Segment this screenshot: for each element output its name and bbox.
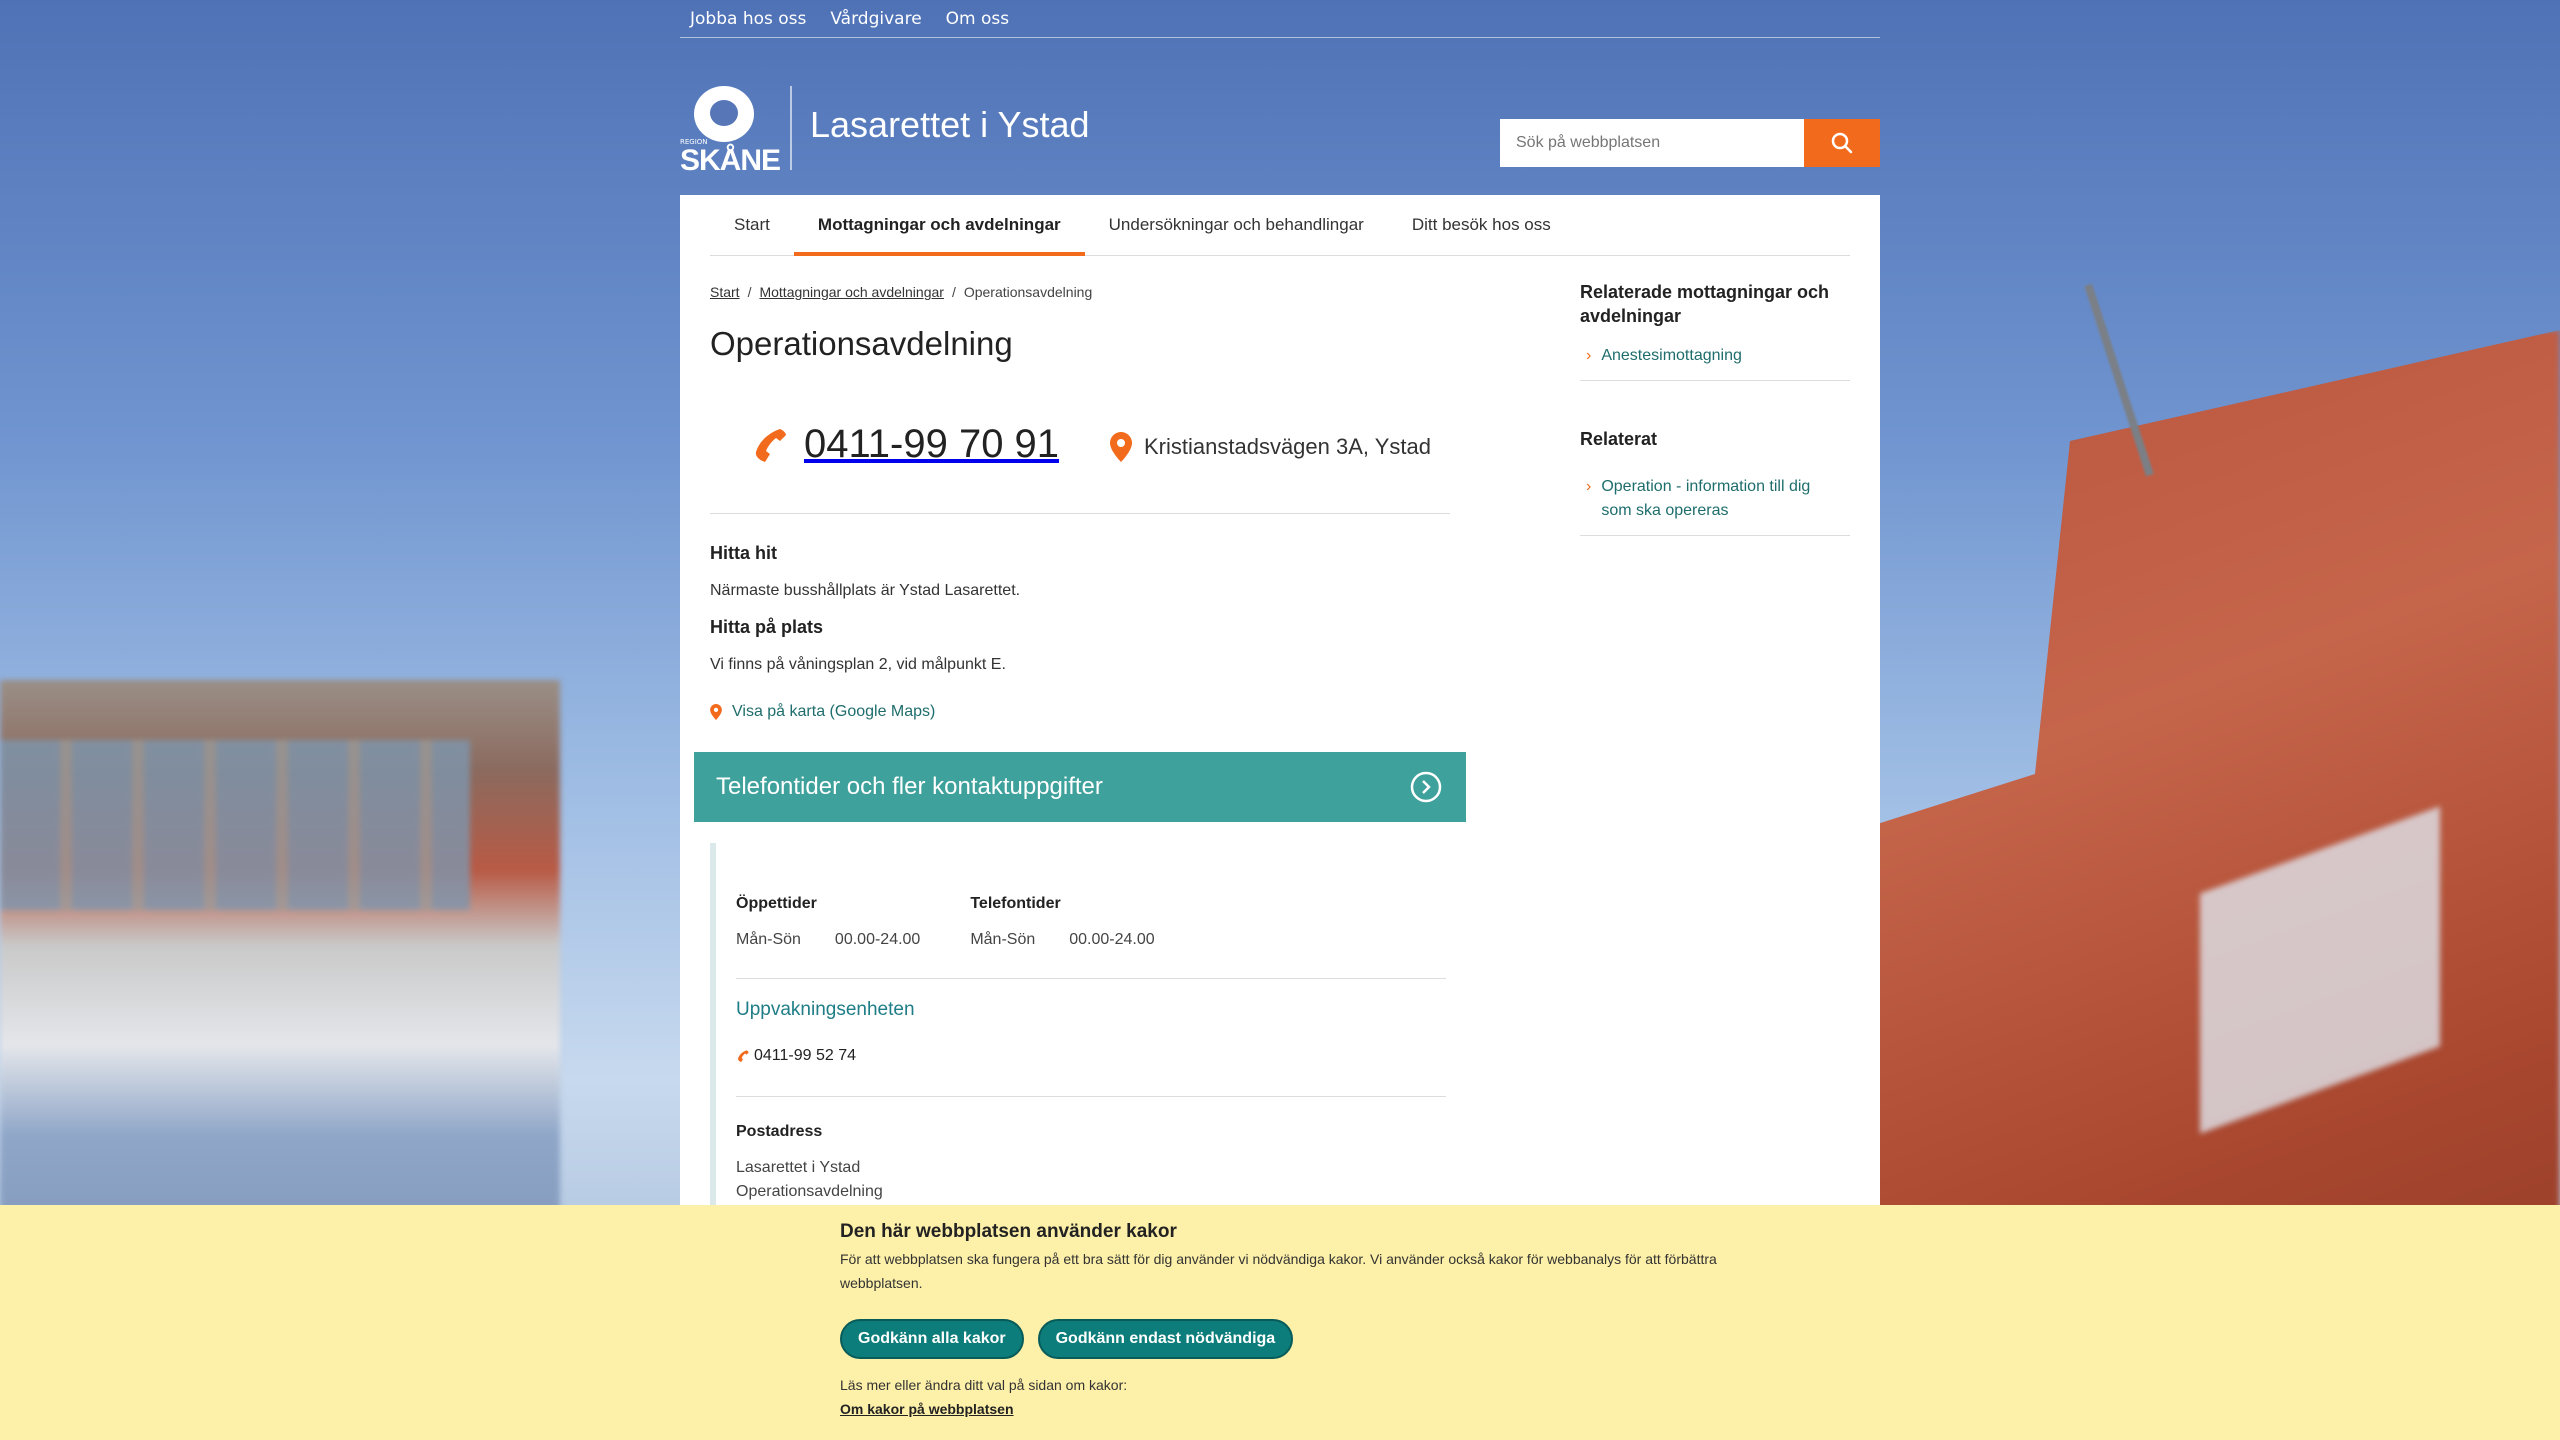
phone-days: Mån-Sön	[970, 931, 1036, 948]
site-header: REGION SKÅNE Lasarettet i Ystad	[680, 80, 1880, 180]
accept-all-button[interactable]: Godkänn alla kakor	[840, 1319, 1024, 1359]
chevron-right-icon: ›	[1586, 347, 1592, 364]
accept-necessary-button[interactable]: Godkänn endast nödvändiga	[1037, 1319, 1294, 1359]
map-link-text: Visa på karta (Google Maps)	[732, 703, 936, 720]
search-input[interactable]	[1500, 119, 1804, 167]
site-title[interactable]: Lasarettet i Ystad	[810, 104, 1090, 146]
main-nav: Start Mottagningar och avdelningar Under…	[710, 195, 1850, 256]
top-utility-nav: Jobba hos oss Vårdgivare Om oss	[680, 0, 1880, 38]
opening-days: Mån-Sön	[736, 931, 801, 948]
opening-hours: Öppettider Mån-Sön 00.00-24.00	[736, 895, 920, 949]
address-text: Kristianstadsvägen 3A, Ystad	[1144, 434, 1431, 459]
unit-link[interactable]: Uppvakningsenheten	[736, 999, 1450, 1021]
topnav-jobba[interactable]: Jobba hos oss	[690, 9, 806, 29]
unit-phone-number: 0411-99 52 74	[754, 1047, 857, 1064]
page-title: Operationsavdelning	[710, 325, 1013, 362]
related-units-heading: Relaterade mottagningar och avdelningar	[1580, 282, 1830, 326]
phone-hours-value: 00.00-24.00	[1069, 931, 1155, 948]
postal-line-1: Lasarettet i Ystad	[736, 1159, 861, 1176]
map-link[interactable]: Visa på karta (Google Maps)	[710, 703, 935, 721]
onsite-text: Vi finns på våningsplan 2, vid målpunkt …	[710, 656, 1006, 673]
contact-summary: 0411-99 70 91 Kristianstadsvägen 3A, Yst…	[710, 410, 1450, 514]
breadcrumb-separator: /	[951, 284, 956, 300]
related-link[interactable]: › Operation - information till dig som s…	[1580, 465, 1850, 536]
search-form	[1500, 119, 1880, 167]
contact-details-accordion[interactable]: Telefontider och fler kontaktuppgifter	[694, 752, 1466, 822]
cookie-buttons: Godkänn alla kakor Godkänn endast nödvän…	[840, 1319, 1720, 1359]
related-heading: Relaterat	[1580, 429, 1658, 449]
chevron-circle-icon	[1410, 771, 1442, 803]
cookie-content: Den här webbplatsen använder kakor För a…	[840, 1221, 1720, 1419]
related-unit-link[interactable]: › Anestesimottagning	[1580, 334, 1850, 381]
cookie-more-text: Läs mer eller ändra ditt val på sidan om…	[840, 1377, 1128, 1393]
main-phone-number: 0411-99 70 91	[804, 422, 1060, 466]
logo-wordmark: SKÅNE	[680, 144, 781, 177]
find-text: Närmaste busshållplats är Ystad Lasarett…	[710, 582, 1021, 599]
phone-hours-label: Telefontider	[970, 895, 1061, 912]
phone-icon	[738, 1050, 749, 1062]
tab-mottagningar[interactable]: Mottagningar och avdelningar	[793, 195, 1085, 256]
search-icon	[1831, 132, 1853, 154]
accordion-title: Telefontider och fler kontaktuppgifter	[716, 773, 1103, 800]
cookie-text: För att webbplatsen ska fungera på ett b…	[840, 1251, 1717, 1291]
address: Kristianstadsvägen 3A, Ystad	[1110, 432, 1431, 462]
opening-hours-label: Öppettider	[736, 895, 817, 912]
sidebar: Relaterade mottagningar och avdelningar …	[1580, 280, 1850, 536]
tab-undersokningar[interactable]: Undersökningar och behandlingar	[1085, 195, 1388, 256]
divider	[736, 978, 1446, 979]
postal-line-2: Operationsavdelning	[736, 1183, 883, 1200]
topnav-vardgivare[interactable]: Vårdgivare	[830, 9, 921, 29]
region-skane-logo[interactable]: REGION SKÅNE	[680, 86, 781, 177]
header-divider	[790, 86, 792, 170]
unit-phone-link[interactable]: 0411-99 52 74	[736, 1047, 1450, 1065]
onsite-heading: Hitta på plats	[710, 617, 824, 637]
breadcrumb-mottagningar[interactable]: Mottagningar och avdelningar	[759, 284, 943, 300]
topnav-om-oss[interactable]: Om oss	[946, 9, 1009, 29]
hours-section: Öppettider Mån-Sön 00.00-24.00 Telefonti…	[736, 895, 1450, 949]
breadcrumb: Start / Mottagningar och avdelningar / O…	[710, 284, 1092, 300]
breadcrumb-current: Operationsavdelning	[963, 284, 1093, 300]
related-unit-text: Anestesimottagning	[1601, 347, 1742, 364]
tab-start[interactable]: Start	[710, 195, 794, 256]
cookie-banner: Den här webbplatsen använder kakor För a…	[0, 1205, 2560, 1440]
divider	[736, 1096, 1446, 1097]
phone-icon	[755, 428, 786, 462]
breadcrumb-separator: /	[747, 284, 752, 300]
location-pin-icon	[1110, 432, 1132, 462]
cookie-title: Den här webbplatsen använder kakor	[840, 1221, 1177, 1242]
breadcrumb-start[interactable]: Start	[710, 284, 740, 300]
postal-label: Postadress	[736, 1123, 823, 1140]
opening-hours-value: 00.00-24.00	[834, 931, 921, 948]
accordion-content: Öppettider Mån-Sön 00.00-24.00 Telefonti…	[710, 843, 1450, 1263]
cookie-more-link[interactable]: Om kakor på webbplatsen	[840, 1401, 1014, 1417]
location-pin-icon	[710, 704, 722, 720]
chevron-right-icon: ›	[1586, 478, 1592, 495]
main-phone-link[interactable]: 0411-99 70 91	[750, 422, 1059, 467]
search-button[interactable]	[1804, 119, 1880, 167]
phone-hours: Telefontider Mån-Sön 00.00-24.00	[970, 895, 1154, 949]
find-heading: Hitta hit	[710, 543, 777, 563]
tab-ditt-besok[interactable]: Ditt besök hos oss	[1388, 195, 1575, 256]
logo-sun-icon	[694, 86, 754, 142]
related-text: Operation - information till dig som ska…	[1601, 478, 1811, 519]
content-panel: Start Mottagningar och avdelningar Under…	[680, 195, 1880, 1263]
